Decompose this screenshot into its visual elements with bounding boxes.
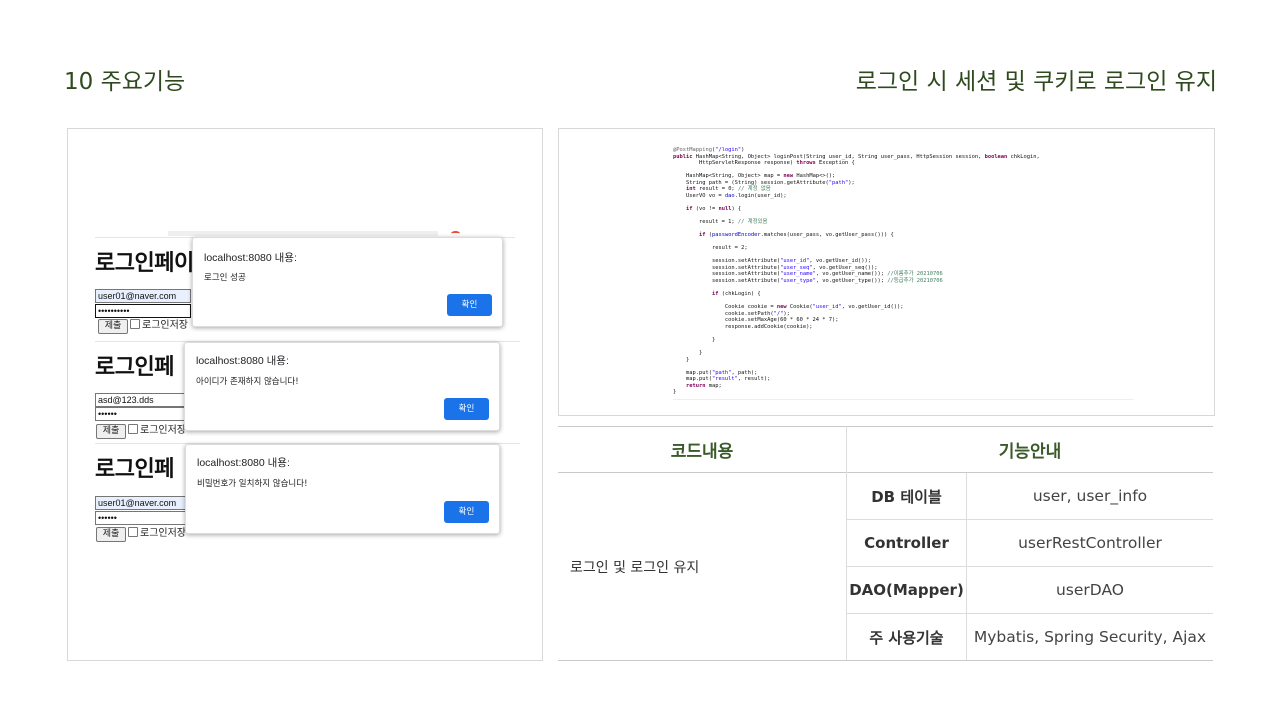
code-screenshot-panel: @PostMapping("/login") public HashMap<Str… [558,128,1215,416]
submit-button[interactable]: 제출 [98,319,128,334]
login-screenshots-panel: 로그인페이 user01@naver.com •••••••••• 제출 로그인… [67,128,543,661]
code-description: 로그인 및 로그인 유지 [570,559,700,576]
remember-checkbox[interactable] [128,424,138,434]
code-line: response.addCookie(cookie); [673,323,813,330]
password-input[interactable]: •••••• [95,511,191,525]
code-line: } [673,350,703,357]
dialog-origin: localhost:8080 내용: [196,355,289,367]
code-line: UserVO vo = dao.login(user_id); [673,192,787,199]
code-line: return map; [685,382,722,389]
code-line: cookie.setMaxAge(60 * 60 * 24 * 7); [673,317,839,324]
remember-label: 로그인저장 [140,425,186,436]
dialog-origin: localhost:8080 내용: [197,457,290,469]
code-line: cookie.setPath("/"); [673,310,790,317]
alert-dialog-2: localhost:8080 내용: 아이디가 존재하지 않습니다! 확인 [184,342,500,431]
code-line: Cookie cookie = new Cookie("user_id", vo… [673,304,904,311]
slide-number: 10 주요기능 [64,69,186,95]
code-line: map.put("path", path); [673,369,758,376]
code-line: session.setAttribute("user_type", vo.get… [673,278,943,284]
password-input[interactable]: •••••••••• [95,304,191,318]
id-input[interactable]: user01@naver.com [95,496,191,510]
remember-login[interactable]: 로그인저장 [128,526,186,541]
remember-label: 로그인저장 [140,528,186,539]
dialog-ok-button[interactable]: 확인 [444,398,489,420]
alert-dialog-3: localhost:8080 내용: 비밀번호가 일치하지 않습니다! 확인 [185,444,500,534]
browser-bar-fragment [168,231,438,236]
slide-title: 로그인 시 세션 및 쿠키로 로그인 유지 [855,69,1217,95]
submit-button[interactable]: 제출 [96,424,126,439]
code-line: if (passwordEncoder.matches(user_pass, v… [698,232,894,239]
col-header-code: 코드내용 [670,441,734,462]
code-block: @PostMapping("/login") public HashMap<Str… [673,147,1133,400]
code-line: map.put("result", result); [673,376,771,383]
password-input[interactable]: •••••• [95,407,191,421]
col-header-feature: 기능안내 [998,441,1062,462]
code-line: if (chkLogin) { [711,291,761,298]
code-line: int result = 0; // 계정 없음 [685,186,771,193]
code-line: HttpServletResponse response) throws Exc… [673,160,855,167]
code-line: HashMap<String, Object> map = new HashMa… [673,173,836,180]
code-line: } [673,389,677,396]
row-value: user, user_info [1032,487,1148,505]
dialog-message: 아이디가 존재하지 않습니다! [196,377,299,387]
dialog-ok-button[interactable]: 확인 [447,294,492,316]
dialog-message: 로그인 성공 [204,273,246,283]
code-line: if (vo != null) { [685,205,742,212]
table-border [558,660,1213,661]
row-label: DB 테이블 [871,487,942,506]
remember-label: 로그인저장 [142,320,188,331]
remember-login[interactable]: 로그인저장 [130,318,188,333]
row-label: 주 사용기술 [869,628,944,647]
submit-button[interactable]: 제출 [96,527,126,542]
remember-login[interactable]: 로그인저장 [128,423,186,438]
dialog-message: 비밀번호가 일치하지 않습니다! [197,479,308,489]
code-line: result = 2; [673,245,748,252]
red-mark [451,231,460,236]
dialog-ok-button[interactable]: 확인 [444,501,489,523]
row-value: Mybatis, Spring Security, Ajax [973,628,1207,646]
dialog-origin: localhost:8080 내용: [204,252,297,264]
code-line: result = 1; // 계정있음 [673,219,768,226]
id-input[interactable]: asd@123.dds [95,393,191,407]
remember-checkbox[interactable] [130,319,140,329]
feature-info-table: 코드내용 기능안내 로그인 및 로그인 유지 DB 테이블 user, user… [558,426,1213,661]
id-input[interactable]: user01@naver.com [95,289,191,303]
alert-dialog-1: localhost:8080 내용: 로그인 성공 확인 [192,237,503,327]
remember-checkbox[interactable] [128,527,138,537]
row-value: userRestController [1018,534,1162,552]
code-line: public HashMap<String, Object> loginPost… [673,153,1040,160]
code-line: } [673,336,716,343]
row-label: DAO(Mapper) [849,581,964,599]
code-line: session.setAttribute("user_name", vo.get… [673,271,943,278]
code-line: } [673,356,690,363]
row-label: Controller [864,534,949,552]
code-line: @PostMapping("/login") [673,147,745,153]
row-value: userDAO [1055,581,1124,599]
code-line: session.setAttribute("user_id", vo.getUs… [673,258,871,265]
